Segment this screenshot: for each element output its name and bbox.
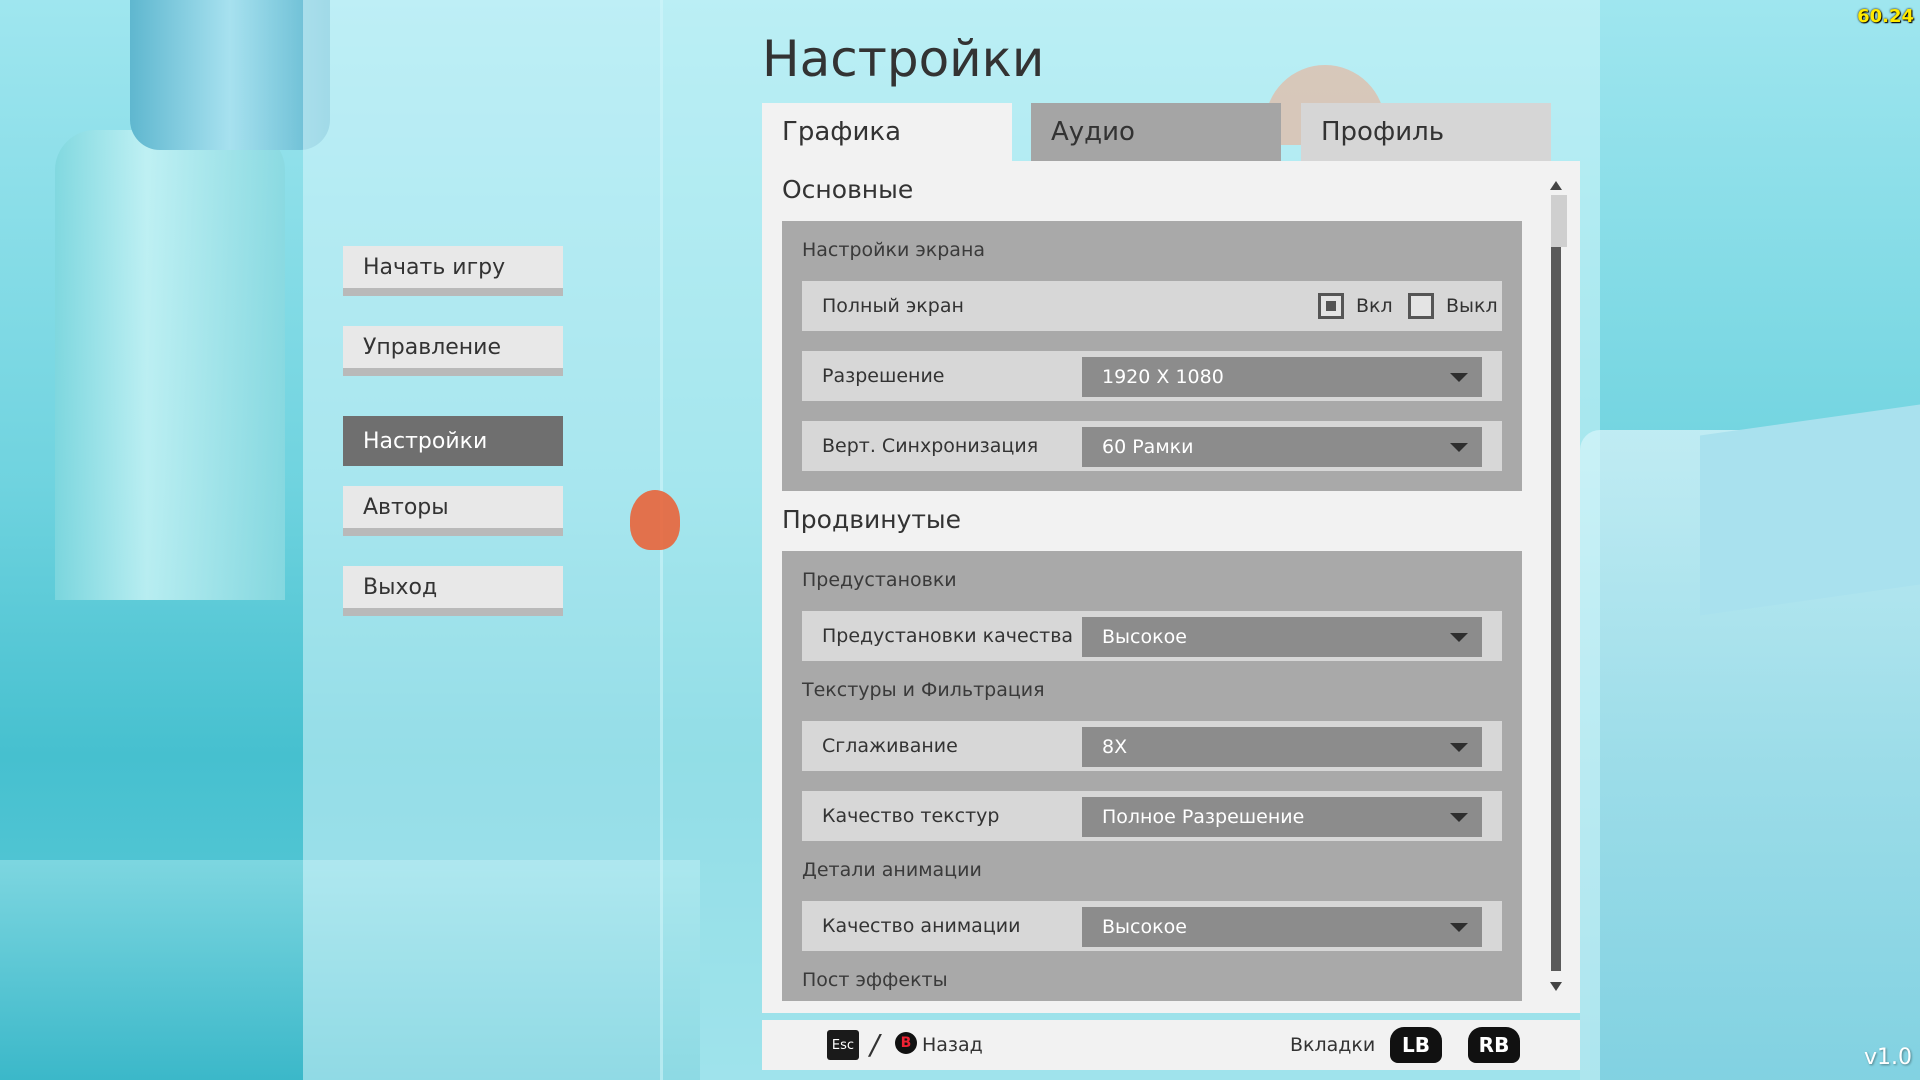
scroll-down-arrow-icon[interactable] <box>1550 982 1562 991</box>
vsync-dropdown[interactable]: 60 Рамки <box>1082 427 1482 467</box>
chevron-down-icon <box>1450 743 1468 752</box>
antialiasing-label: Сглаживание <box>822 735 958 757</box>
section-advanced-title: Продвинутые <box>782 505 962 534</box>
quality-preset-row: Предустановки качества Высокое <box>802 611 1502 661</box>
background-character <box>630 490 680 550</box>
texture-quality-row: Качество текстур Полное Разрешение <box>802 791 1502 841</box>
background-right-structure <box>1580 430 1920 1080</box>
background-floor <box>0 860 700 1080</box>
menu-exit-button[interactable]: Выход <box>343 566 563 616</box>
section-basic-title: Основные <box>782 175 914 204</box>
scrollbar-thumb[interactable] <box>1551 195 1567 247</box>
presets-label: Предустановки <box>802 569 957 591</box>
post-effects-label: Пост эффекты <box>802 969 948 991</box>
settings-scroll-content[interactable]: Основные Настройки экрана Полный экран В… <box>762 161 1522 1001</box>
tab-audio[interactable]: Аудио <box>1031 103 1281 161</box>
scrollbar-track[interactable] <box>1551 195 1567 971</box>
vsync-value: 60 Рамки <box>1102 436 1194 458</box>
texture-quality-value: Полное Разрешение <box>1102 806 1305 828</box>
menu-controls-button[interactable]: Управление <box>343 326 563 376</box>
fullscreen-row: Полный экран Вкл Выкл <box>802 281 1502 331</box>
fullscreen-off-label: Выкл <box>1446 295 1498 317</box>
tab-graphics[interactable]: Графика <box>762 103 1012 161</box>
antialiasing-value: 8X <box>1102 736 1128 758</box>
vsync-label: Верт. Синхронизация <box>822 435 1039 457</box>
chevron-down-icon <box>1450 633 1468 642</box>
antialiasing-row: Сглаживание 8X <box>802 721 1502 771</box>
screen-settings-group: Настройки экрана Полный экран Вкл Выкл Р… <box>782 221 1522 491</box>
lb-button-icon[interactable]: LB <box>1390 1027 1442 1063</box>
animation-quality-row: Качество анимации Высокое <box>802 901 1502 951</box>
chevron-down-icon <box>1450 373 1468 382</box>
settings-scrollbar[interactable] <box>1548 181 1567 991</box>
b-button-icon: B <box>895 1032 917 1054</box>
chevron-down-icon <box>1450 443 1468 452</box>
chevron-down-icon <box>1450 923 1468 932</box>
controls-hint-bar: Esc / B Назад Вкладки LB RB <box>762 1020 1580 1070</box>
fullscreen-off-checkbox[interactable] <box>1408 293 1434 319</box>
menu-credits-button[interactable]: Авторы <box>343 486 563 536</box>
fullscreen-label: Полный экран <box>822 295 964 317</box>
antialiasing-dropdown[interactable]: 8X <box>1082 727 1482 767</box>
menu-start-game-button[interactable]: Начать игру <box>343 246 563 296</box>
tabs-hint-label: Вкладки <box>1290 1034 1376 1056</box>
animation-quality-value: Высокое <box>1102 916 1187 938</box>
rb-button-icon[interactable]: RB <box>1468 1027 1520 1063</box>
background-menu-overlay <box>303 0 663 1080</box>
texture-quality-dropdown[interactable]: Полное Разрешение <box>1082 797 1482 837</box>
quality-preset-value: Высокое <box>1102 626 1187 648</box>
scroll-up-arrow-icon[interactable] <box>1550 181 1562 190</box>
vsync-row: Верт. Синхронизация 60 Рамки <box>802 421 1502 471</box>
tab-profile[interactable]: Профиль <box>1301 103 1551 161</box>
resolution-dropdown[interactable]: 1920 X 1080 <box>1082 357 1482 397</box>
background-right-box <box>1700 404 1920 616</box>
textures-label: Текстуры и Фильтрация <box>802 679 1045 701</box>
chevron-down-icon <box>1450 813 1468 822</box>
menu-settings-button[interactable]: Настройки <box>343 416 563 466</box>
settings-panel: Основные Настройки экрана Полный экран В… <box>762 161 1580 1013</box>
fullscreen-on-checkbox[interactable] <box>1318 293 1344 319</box>
background-glass-tank <box>55 130 285 600</box>
animation-label: Детали анимации <box>802 859 982 881</box>
page-title: Настройки <box>762 30 1045 88</box>
resolution-label: Разрешение <box>822 365 945 387</box>
advanced-settings-group: Предустановки Предустановки качества Выс… <box>782 551 1522 1001</box>
quality-preset-dropdown[interactable]: Высокое <box>1082 617 1482 657</box>
resolution-row: Разрешение 1920 X 1080 <box>802 351 1502 401</box>
esc-key-icon: Esc <box>827 1030 859 1060</box>
fullscreen-on-label: Вкл <box>1356 295 1393 317</box>
quality-preset-label: Предустановки качества <box>822 625 1074 647</box>
animation-quality-dropdown[interactable]: Высокое <box>1082 907 1482 947</box>
screen-settings-label: Настройки экрана <box>802 239 986 261</box>
back-label[interactable]: Назад <box>922 1020 983 1070</box>
texture-quality-label: Качество текстур <box>822 805 1000 827</box>
key-separator: / <box>870 1028 880 1061</box>
resolution-value: 1920 X 1080 <box>1102 366 1224 388</box>
background-pipe-cap <box>130 0 330 150</box>
version-label: v1.0 <box>1863 1045 1912 1070</box>
animation-quality-label: Качество анимации <box>822 915 1021 937</box>
fps-counter: 60.24 <box>1857 6 1914 27</box>
